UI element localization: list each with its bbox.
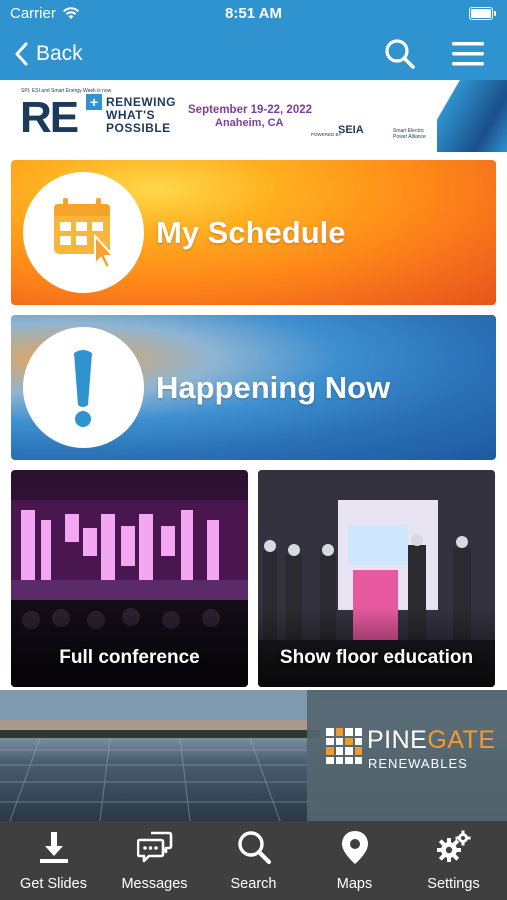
menu-button[interactable] <box>451 40 485 68</box>
calendar-icon <box>54 198 116 270</box>
sponsor-banner[interactable]: PINEGATE RENEWABLES <box>0 690 507 821</box>
back-label: Back <box>36 42 83 65</box>
sepa-logo: Smart Electric Power Alliance <box>393 128 426 140</box>
re-plus-mark: + <box>86 94 102 110</box>
tagline-line: POSSIBLE <box>106 121 171 135</box>
back-button[interactable]: Back <box>14 39 83 69</box>
banner-stripe <box>437 80 507 152</box>
brand-gate: GATE <box>427 726 496 754</box>
exclamation-icon <box>74 350 92 427</box>
powered-by-label: POWERED BY <box>311 132 342 137</box>
full-conference-caption: Full conference <box>59 647 200 668</box>
happening-now-tile[interactable]: Happening Now <box>11 315 496 460</box>
banner-tagline: RENEWING WHAT'S POSSIBLE <box>106 96 176 135</box>
chat-bubbles-icon <box>137 831 173 863</box>
tab-bar: Get Slides Messages Search Maps Settings <box>0 821 507 900</box>
battery-icon <box>469 7 496 20</box>
happening-now-label: Happening Now <box>156 370 391 405</box>
clock: 8:51 AM <box>225 5 282 22</box>
solar-field-photo <box>0 690 320 821</box>
tab-messages[interactable]: Messages <box>104 821 205 900</box>
happening-icon-circle <box>23 327 144 448</box>
sponsor-brand-sub: RENEWABLES <box>368 756 468 771</box>
seia-logo: SEIA <box>338 124 364 136</box>
chevron-left-icon <box>15 42 28 66</box>
event-location: Anaheim, CA <box>215 117 284 129</box>
tab-label: Search <box>230 876 277 892</box>
gears-icon <box>437 830 471 862</box>
show-floor-caption: Show floor education <box>279 647 474 668</box>
show-floor-education-tile[interactable]: Show floor education <box>258 470 495 687</box>
download-icon <box>40 832 68 863</box>
search-icon <box>385 39 415 69</box>
tab-search[interactable]: Search <box>203 821 304 900</box>
my-schedule-tile[interactable]: My Schedule <box>11 160 496 305</box>
sepa-line: Power Alliance <box>393 134 426 140</box>
re-plus-logo: RE <box>20 93 79 142</box>
header-search-button[interactable] <box>383 37 417 71</box>
event-banner[interactable]: SPI, ESI and Smart Energy Week is now RE… <box>0 80 507 152</box>
event-dates: September 19-22, 2022 <box>188 104 313 116</box>
search-icon <box>238 831 272 865</box>
tab-maps[interactable]: Maps <box>304 821 405 900</box>
nav-bar: Back <box>0 28 507 80</box>
map-pin-icon <box>342 831 368 864</box>
tab-label: Settings <box>427 876 480 892</box>
tab-label: Messages <box>121 876 188 892</box>
tab-label: Maps <box>336 876 373 892</box>
tab-label: Get Slides <box>20 876 87 892</box>
hamburger-menu-icon <box>452 42 484 66</box>
my-schedule-label: My Schedule <box>156 215 346 250</box>
brand-pine: PINE <box>367 726 428 754</box>
full-conference-tile[interactable]: Full conference <box>11 470 248 687</box>
sponsor-brand-name: PINEGATE <box>367 726 496 755</box>
tab-get-slides[interactable]: Get Slides <box>3 821 104 900</box>
status-bar: Carrier 8:51 AM <box>0 0 507 28</box>
pinegate-logo-mark <box>326 728 362 764</box>
schedule-icon-circle <box>23 172 144 293</box>
tab-settings[interactable]: Settings <box>403 821 504 900</box>
